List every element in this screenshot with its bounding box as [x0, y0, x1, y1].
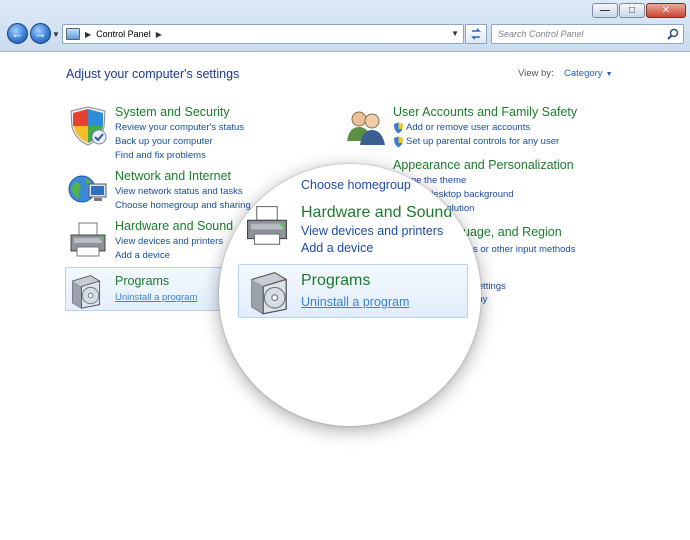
magnified-view: Choose homegroup Hardware and Sound View… — [219, 164, 481, 426]
forward-arrow-icon: → — [34, 26, 47, 41]
search-placeholder: Search Control Panel — [498, 29, 584, 39]
programs-icon — [251, 271, 287, 315]
uac-shield-icon — [394, 136, 403, 148]
link-find-fix[interactable]: Find and fix problems — [115, 150, 206, 161]
breadcrumb-arrow-icon[interactable]: ▶ — [85, 30, 91, 39]
link-parental-controls[interactable]: Set up parental controls for any user — [393, 136, 560, 148]
view-by-dropdown[interactable]: Category ▼ — [564, 68, 613, 79]
uac-shield-icon — [394, 122, 403, 134]
breadcrumb-control-panel[interactable]: Control Panel — [96, 29, 151, 39]
category-title[interactable]: Programs — [115, 274, 169, 288]
category-title[interactable]: Network and Internet — [115, 169, 231, 183]
search-icon[interactable] — [667, 28, 679, 40]
category-title[interactable]: User Accounts and Family Safety — [393, 105, 577, 119]
globe-network-icon — [68, 175, 107, 203]
back-button[interactable]: ← — [7, 23, 28, 44]
refresh-icon — [471, 28, 481, 40]
back-arrow-icon: ← — [11, 26, 24, 41]
link-label: Set up parental controls for any user — [406, 136, 560, 147]
users-icon — [347, 111, 385, 145]
mag-link-homegroup[interactable]: Choose homegroup — [301, 178, 411, 192]
forward-button[interactable]: → — [30, 23, 51, 44]
mag-link-devices[interactable]: View devices and printers — [301, 224, 443, 238]
link-uninstall-program[interactable]: Uninstall a program — [115, 292, 197, 303]
category-user-accounts: User Accounts and Family Safety Add or r… — [345, 105, 645, 153]
link-add-device[interactable]: Add a device — [115, 250, 170, 261]
close-button[interactable]: ✕ — [646, 3, 686, 18]
view-by-label: View by: — [518, 68, 554, 79]
mag-programs-title[interactable]: Programs — [301, 272, 370, 290]
close-icon: ✕ — [661, 4, 671, 16]
maximize-button[interactable]: □ — [619, 3, 645, 18]
mag-link-uninstall[interactable]: Uninstall a program — [301, 295, 409, 309]
printer-icon — [70, 222, 106, 257]
category-title[interactable]: System and Security — [115, 105, 230, 119]
window-controls: — □ ✕ — [592, 3, 686, 18]
search-input[interactable]: Search Control Panel — [491, 24, 684, 44]
link-input-methods[interactable]: s or other input methods — [473, 244, 575, 255]
magnifier-lens: Choose homegroup Hardware and Sound View… — [219, 164, 481, 426]
breadcrumb-arrow-icon[interactable]: ▶ — [156, 30, 162, 39]
link-review-status[interactable]: Review your computer's status — [115, 122, 244, 133]
chevron-down-icon: ▼ — [605, 71, 613, 78]
address-dropdown-icon[interactable]: ▼ — [451, 29, 459, 38]
minimize-icon: — — [600, 4, 610, 16]
mag-hardware-title[interactable]: Hardware and Sound — [301, 204, 452, 222]
page-title: Adjust your computer's settings — [66, 67, 240, 81]
address-bar[interactable]: ▶ Control Panel ▶ ▼ — [62, 24, 464, 44]
programs-icon — [71, 275, 101, 309]
category-title[interactable]: Hardware and Sound — [115, 219, 233, 233]
link-devices-printers[interactable]: View devices and printers — [115, 236, 223, 247]
link-backup[interactable]: Back up your computer — [115, 136, 213, 147]
link-add-remove-users[interactable]: Add or remove user accounts — [393, 122, 531, 134]
refresh-button[interactable] — [465, 24, 487, 44]
printer-icon — [247, 206, 287, 245]
link-label: Add or remove user accounts — [406, 122, 531, 133]
minimize-button[interactable]: — — [592, 3, 618, 18]
shield-icon — [70, 106, 107, 146]
control-panel-icon — [66, 28, 80, 40]
category-system-security: System and Security Review your computer… — [67, 105, 317, 165]
window-titlebar: — □ ✕ ← → ▼ ▶ Control Panel ▶ ▼ Search C… — [0, 0, 690, 52]
view-by-value: Category — [564, 68, 603, 79]
mag-link-add-device[interactable]: Add a device — [301, 241, 373, 255]
history-dropdown-icon[interactable]: ▼ — [52, 30, 60, 39]
maximize-icon: □ — [628, 4, 636, 16]
